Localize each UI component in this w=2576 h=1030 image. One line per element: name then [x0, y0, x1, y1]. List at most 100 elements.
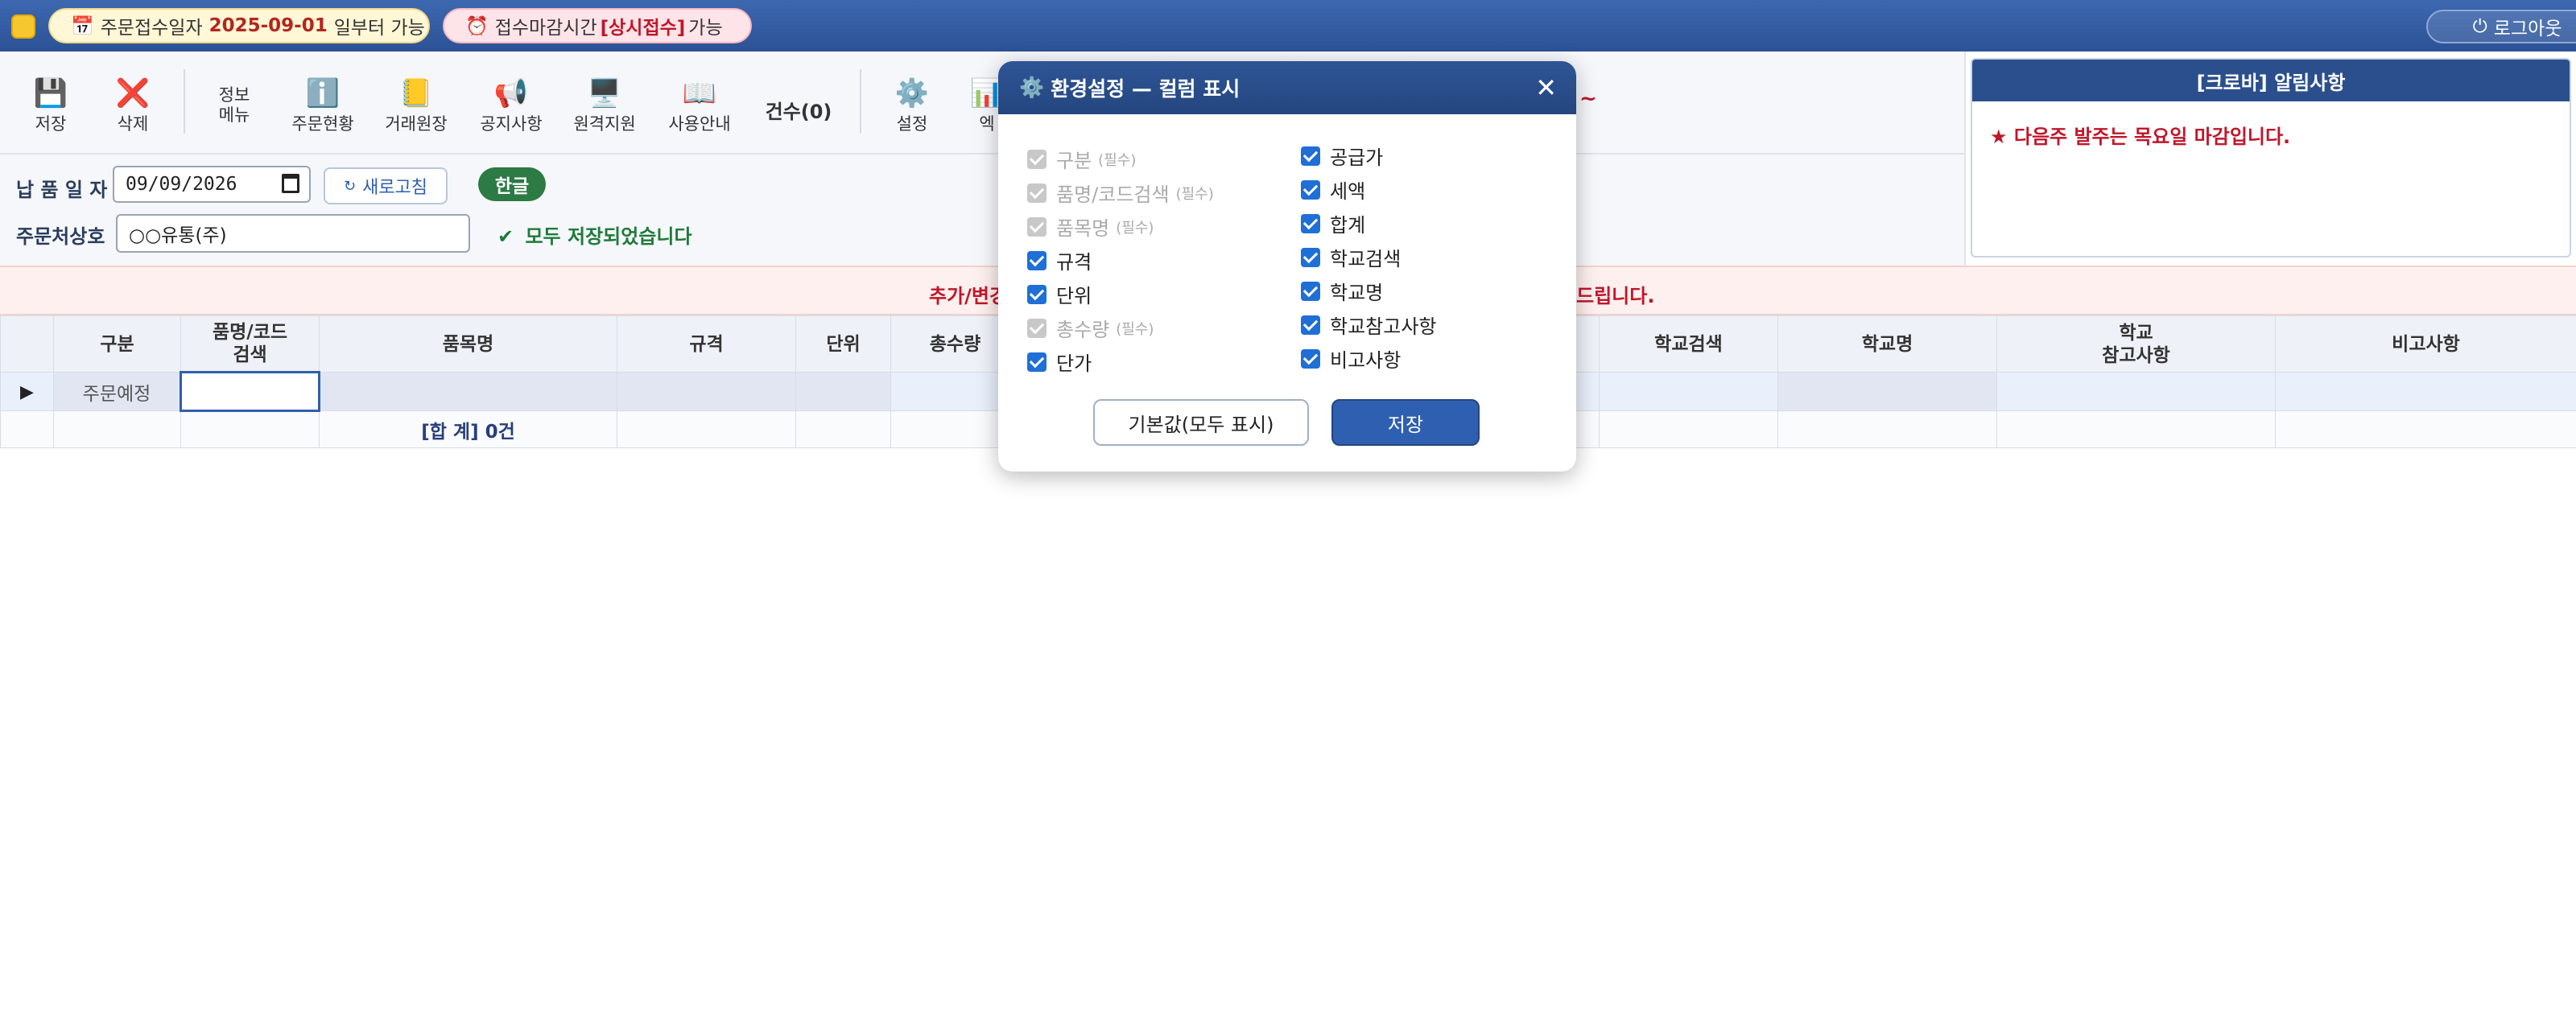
customer-input[interactable]: ○○유통(주) [116, 214, 470, 253]
order-date-value: 2025-09-01 [208, 15, 328, 36]
refresh-icon: ↻ [343, 177, 357, 195]
logout-button[interactable]: ⏻ 로그아웃 [2426, 10, 2576, 43]
cell-school-ref[interactable] [1996, 372, 2276, 411]
column-checkbox-school-name[interactable]: 학교명 [1301, 277, 1383, 305]
sum-label: [합 계] 0건 [319, 410, 617, 448]
column-checkbox-unit-price[interactable]: 단가 [1027, 348, 1092, 376]
checkbox-checked[interactable] [1301, 247, 1320, 267]
cell-school-name[interactable] [1777, 372, 1997, 411]
header-item-name[interactable]: 품목명 [319, 315, 617, 373]
header-school-ref[interactable]: 학교 참고사항 [1996, 315, 2276, 373]
column-checkbox-spec[interactable]: 규격 [1027, 246, 1092, 274]
refresh-button[interactable]: ↻ 새로고침 [324, 167, 448, 204]
sum-cell [180, 410, 320, 448]
deadline-suffix: 가능 [688, 18, 723, 39]
cell-spec[interactable] [617, 372, 796, 411]
column-checkbox-remarks[interactable]: 비고사항 [1301, 344, 1401, 373]
notice-divider [1964, 52, 1966, 266]
header-school-ref-line1: 학교 [2119, 322, 2153, 344]
column-checkbox-school-search[interactable]: 학교검색 [1301, 243, 1401, 271]
cell-school-search[interactable] [1599, 372, 1778, 411]
saved-status: ✔ 모두 저장되었습니다 [497, 220, 692, 249]
toolbar-divider [860, 69, 861, 134]
modal-title: 환경설정 — 컬럼 표시 [1051, 77, 1241, 101]
excel-label: 엑 [979, 114, 995, 134]
column-label: 학교검색 [1330, 248, 1402, 270]
header-spec[interactable]: 규격 [617, 315, 796, 373]
column-label: 단가 [1056, 352, 1092, 375]
ledger-button[interactable]: 📒 거래원장 [372, 77, 460, 154]
checkbox-checked[interactable] [1301, 348, 1320, 369]
column-label: 합계 [1330, 214, 1366, 237]
remote-support-button[interactable]: 🖥️ 원격지원 [560, 77, 649, 154]
checkbox-checked[interactable] [1301, 146, 1320, 166]
calendar-picker-icon[interactable] [282, 174, 299, 193]
close-icon[interactable]: ✕ [1535, 72, 1557, 103]
column-checkbox-school-ref[interactable]: 학교참고사항 [1301, 311, 1436, 339]
order-status-button[interactable]: ℹ️ 주문현황 [279, 77, 367, 154]
info-menu-button[interactable]: 정보 메뉴 [190, 80, 279, 158]
restore-default-button[interactable]: 기본값(모두 표시) [1093, 399, 1309, 446]
desktop-computer-icon: 🖥️ [587, 77, 622, 109]
cell-code-search-editor[interactable] [180, 371, 320, 412]
cell-item-name[interactable] [319, 372, 617, 411]
top-bar: 📅 주문접수일자 2025-09-01 일부터 가능 ⏰ 접수마감시간 [상시접… [0, 0, 2576, 52]
save-button[interactable]: 💾 저장 [6, 77, 95, 154]
deadline-prefix: 접수마감시간 [494, 18, 597, 39]
column-checkbox-supply-price[interactable]: 공급가 [1301, 142, 1383, 170]
header-code-search[interactable]: 품명/코드 검색 [180, 315, 320, 373]
count-label: 건수(0) [765, 100, 832, 123]
cell-gubun: 주문예정 [53, 372, 181, 411]
checkbox-checked-disabled [1027, 183, 1046, 203]
notice-label: 공지사항 [480, 114, 543, 134]
checkbox-checked-disabled [1027, 318, 1046, 338]
ledger-label: 거래원장 [385, 114, 448, 134]
settings-button[interactable]: ⚙️ 설정 [868, 77, 956, 154]
header-code-search-line2: 검색 [233, 344, 267, 365]
column-checkbox-total[interactable]: 합계 [1301, 209, 1365, 237]
hangul-toggle[interactable]: 한글 [478, 167, 546, 201]
header-remarks[interactable]: 비고사항 [2275, 315, 2576, 373]
modal-save-button[interactable]: 저장 [1331, 399, 1480, 446]
banner-text-left: 추가/변경 [929, 285, 1008, 307]
checkbox-checked[interactable] [1301, 315, 1320, 335]
column-label: 세액 [1330, 180, 1366, 203]
column-checkbox-unit[interactable]: 단위 [1027, 280, 1092, 308]
header-gubun[interactable]: 구분 [53, 315, 181, 373]
required-tag: (필수) [1116, 320, 1154, 338]
delete-label: 삭제 [117, 114, 149, 134]
sum-cell [1777, 410, 1997, 448]
checkbox-checked[interactable] [1301, 281, 1320, 301]
header-school-name[interactable]: 학교명 [1777, 315, 1997, 373]
header-unit[interactable]: 단위 [795, 315, 891, 373]
delete-button[interactable]: ❌ 삭제 [89, 77, 177, 154]
checkbox-checked[interactable] [1301, 179, 1320, 200]
column-label: 총수량 [1056, 319, 1110, 341]
sum-cell [1599, 410, 1778, 448]
cell-remarks[interactable] [2275, 372, 2576, 411]
info-menu-label-2: 메뉴 [218, 105, 250, 125]
required-tag: (필수) [1175, 185, 1214, 203]
column-label: 품목명 [1056, 217, 1110, 240]
column-label: 규격 [1056, 251, 1092, 274]
checkbox-checked[interactable] [1027, 250, 1046, 270]
gear-icon: ⚙️ [1019, 76, 1045, 99]
checkmark-icon: ✔ [497, 225, 514, 248]
notice-title: [크로바] 알림사항 [1972, 60, 2570, 101]
order-date-prefix: 주문접수일자 [100, 18, 203, 39]
column-label: 품명/코드검색 [1056, 183, 1170, 206]
user-guide-button[interactable]: 📖 사용안내 [655, 77, 744, 154]
sum-cell [617, 410, 796, 448]
checkbox-checked[interactable] [1301, 213, 1320, 233]
customer-label: 주문처상호 [16, 225, 105, 248]
checkbox-checked[interactable] [1027, 284, 1046, 304]
sum-cell [1996, 410, 2276, 448]
notice-button[interactable]: 📢 공지사항 [467, 77, 555, 154]
row-pointer[interactable]: ▶ [0, 372, 54, 411]
checkbox-checked[interactable] [1027, 352, 1046, 372]
header-school-search[interactable]: 학교검색 [1599, 315, 1778, 373]
cell-unit[interactable] [795, 372, 891, 411]
delivery-date-input[interactable]: 09/09/2026 [113, 166, 311, 203]
column-checkbox-tax[interactable]: 세액 [1301, 175, 1365, 204]
sum-cell [795, 410, 891, 448]
